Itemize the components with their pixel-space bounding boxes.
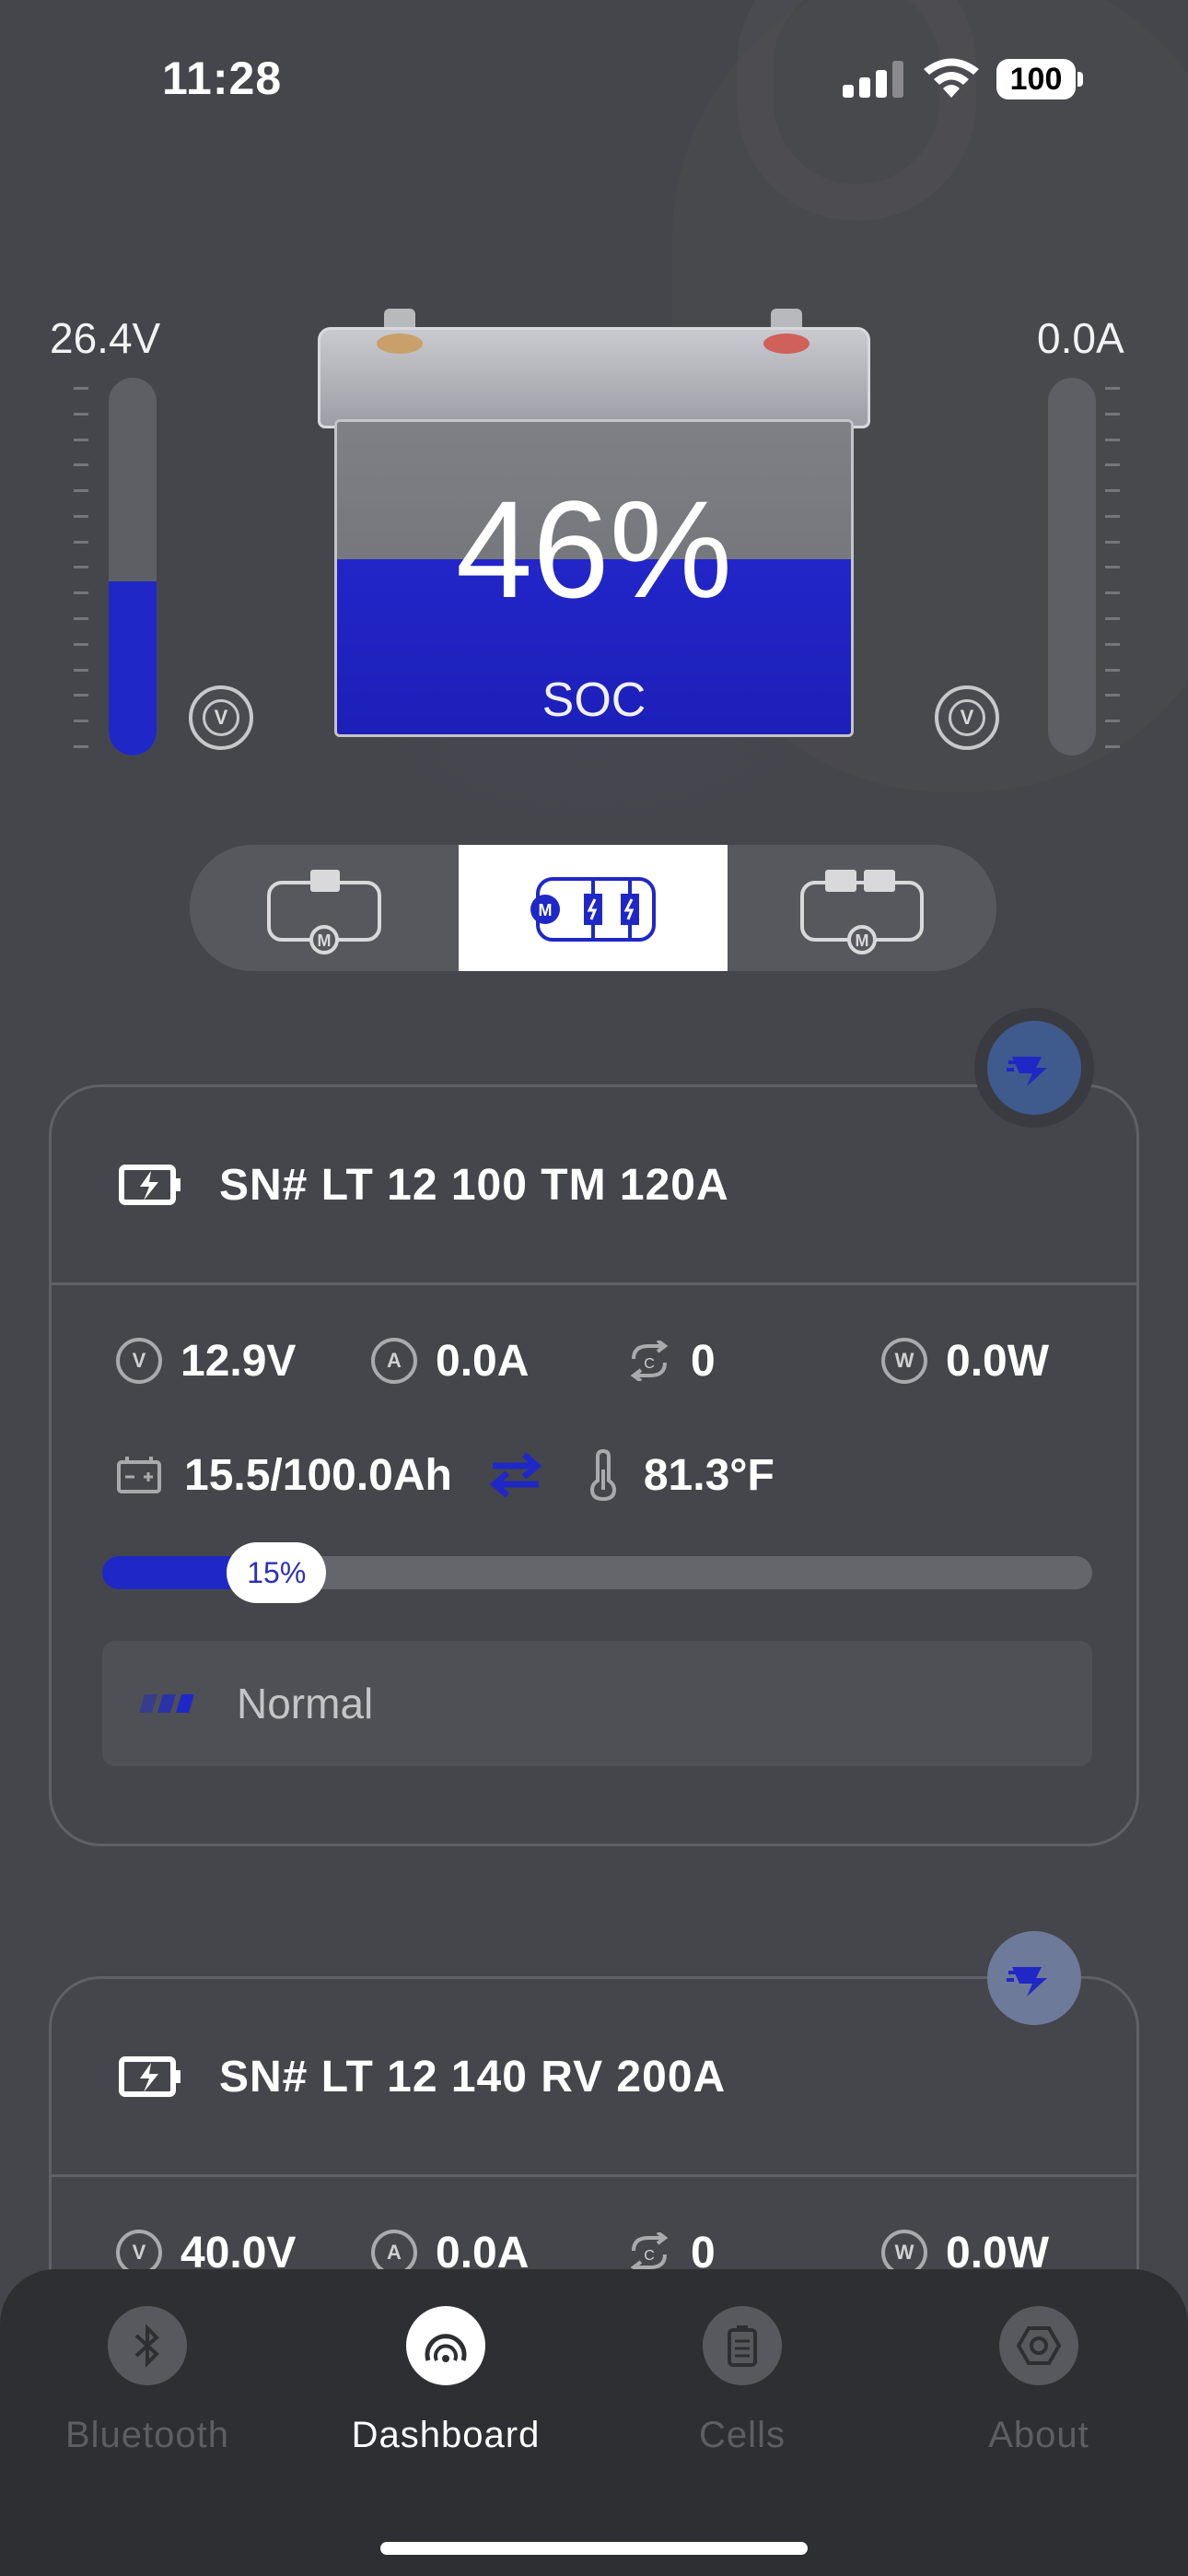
voltage-gauge-ticks bbox=[74, 387, 88, 748]
voltage-unit-letter: V bbox=[203, 699, 239, 736]
battery-card-1[interactable]: SN# LT 12 100 TM 120A V 12.9V A 0.0A C 0 W0… bbox=[49, 1021, 1139, 1846]
soc-progress-bar: 15% bbox=[102, 1542, 1092, 1603]
parallel-mode-button[interactable]: M bbox=[459, 845, 728, 971]
cells-icon bbox=[703, 2306, 782, 2385]
svg-text:M: M bbox=[539, 901, 553, 919]
voltage-icon: V bbox=[116, 1338, 162, 1384]
status-box: Normal bbox=[102, 1641, 1092, 1766]
series-battery-icon: M bbox=[800, 869, 924, 954]
thermometer-icon bbox=[589, 1449, 616, 1501]
battery-level-icon: 100 bbox=[996, 59, 1076, 100]
voltage-gauge-track bbox=[109, 378, 157, 755]
tab-cells[interactable]: Cells bbox=[604, 2306, 880, 2456]
status-time: 11:28 bbox=[162, 53, 283, 104]
positive-terminal-ring bbox=[763, 334, 809, 354]
battery-serial: SN# LT 12 140 RV 200A bbox=[219, 2052, 727, 2102]
progress-label: 15% bbox=[247, 1555, 307, 1589]
home-indicator bbox=[380, 2542, 808, 2555]
battery-capacity-icon bbox=[117, 1457, 161, 1493]
card-metrics: V 12.9V A 0.0A C 0 W 0.0W bbox=[52, 1302, 1136, 1420]
status-indicator-icon bbox=[139, 1694, 194, 1713]
gauge-icon bbox=[406, 2306, 485, 2385]
tab-dashboard[interactable]: Dashboard bbox=[308, 2306, 584, 2456]
voltage-gauge-value: 26.4V bbox=[50, 314, 161, 362]
capacity-value: 15.5/100.0Ah bbox=[184, 1450, 452, 1500]
tab-label: Dashboard bbox=[351, 2415, 541, 2455]
swap-arrows-icon bbox=[489, 1452, 542, 1498]
single-battery-icon: M bbox=[267, 869, 381, 954]
status-text: Normal bbox=[237, 1680, 374, 1727]
cycle-icon: C bbox=[630, 1341, 669, 1381]
voltage-unit-icon[interactable]: V bbox=[189, 685, 253, 750]
hexagon-icon bbox=[999, 2306, 1078, 2385]
current-value: 0.0A bbox=[436, 1336, 530, 1386]
tab-label: Cells bbox=[699, 2415, 786, 2455]
power-icon: W bbox=[881, 1338, 927, 1384]
cycles-value: 0 bbox=[691, 1336, 716, 1386]
tab-bluetooth[interactable]: Bluetooth bbox=[9, 2306, 285, 2456]
svg-text:M: M bbox=[856, 931, 869, 950]
status-bar: 11:28 100 bbox=[0, 0, 1188, 157]
cycle-icon: C bbox=[630, 2232, 669, 2273]
tab-about[interactable]: About bbox=[901, 2306, 1177, 2456]
battery-charging-icon bbox=[119, 2056, 181, 2097]
temperature-value: 81.3°F bbox=[643, 1450, 775, 1500]
current-unit-letter: V bbox=[949, 699, 985, 736]
charging-status-icon bbox=[987, 1021, 1081, 1115]
negative-terminal-ring bbox=[377, 334, 423, 354]
battery-level-text: 100 bbox=[1009, 61, 1063, 97]
voltage-value: 12.9V bbox=[181, 1336, 297, 1386]
progress-knob: 15% bbox=[227, 1542, 327, 1603]
soc-value: 46% bbox=[455, 472, 733, 626]
cellular-signal-icon bbox=[843, 61, 903, 98]
battery-serial: SN# LT 12 100 TM 120A bbox=[219, 1160, 729, 1210]
connection-mode-selector: M M M bbox=[190, 845, 996, 971]
current-gauge-value: 0.0A bbox=[1037, 314, 1124, 362]
tab-label: About bbox=[988, 2415, 1089, 2455]
battery-charging-icon bbox=[119, 1165, 181, 1205]
card-header: SN# LT 12 100 TM 120A bbox=[52, 1087, 1136, 1285]
power-value: 0.0W bbox=[946, 1336, 1050, 1386]
voltage-gauge-fill bbox=[109, 581, 157, 755]
wifi-icon bbox=[924, 58, 979, 98]
capacity-row: 15.5/100.0Ah 81.3°F bbox=[52, 1420, 1136, 1530]
svg-text:C: C bbox=[644, 1356, 655, 1372]
series-mode-button[interactable]: M bbox=[728, 845, 996, 971]
soc-label: SOC bbox=[542, 673, 646, 727]
tab-label: Bluetooth bbox=[64, 2415, 230, 2455]
current-unit-icon[interactable]: V bbox=[935, 685, 999, 750]
svg-text:M: M bbox=[318, 931, 332, 950]
svg-text:C: C bbox=[644, 2248, 655, 2264]
single-battery-mode-button[interactable]: M bbox=[190, 845, 459, 971]
charging-status-icon bbox=[987, 1931, 1081, 2025]
tab-bar: Bluetooth Dashboard Cells About bbox=[0, 2269, 1188, 2576]
bluetooth-icon bbox=[108, 2306, 187, 2385]
current-gauge-track bbox=[1048, 378, 1096, 755]
battery-nub bbox=[1077, 72, 1083, 87]
current-gauge-ticks bbox=[1105, 387, 1120, 748]
parallel-battery-icon: M bbox=[530, 876, 656, 942]
current-icon: A bbox=[371, 1338, 417, 1384]
card-header: SN# LT 12 140 RV 200A bbox=[52, 1979, 1136, 2177]
